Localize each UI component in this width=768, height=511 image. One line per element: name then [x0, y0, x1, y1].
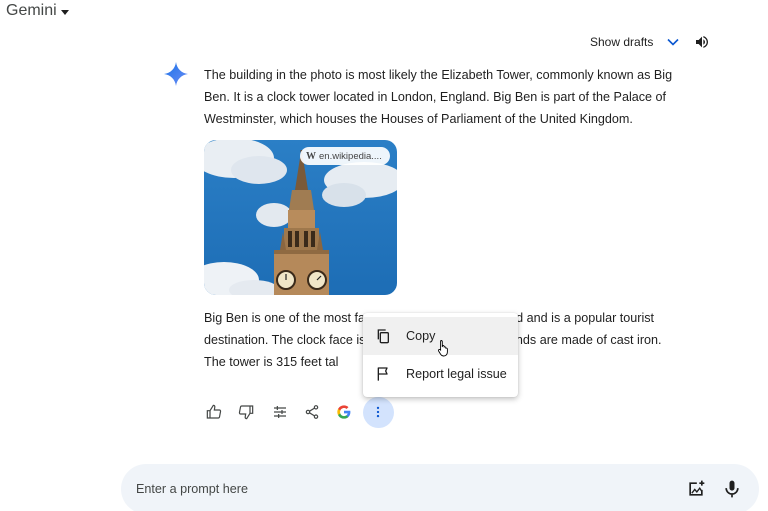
more-vert-icon	[376, 406, 380, 418]
gemini-spark-icon	[164, 62, 188, 86]
thumbs-down-button[interactable]	[235, 400, 257, 424]
app-title: Gemini	[6, 2, 57, 19]
response-paragraph-1: The building in the photo is most likely…	[204, 68, 673, 126]
show-drafts-button[interactable]: Show drafts	[590, 35, 679, 49]
add-image-icon[interactable]	[686, 479, 706, 499]
speaker-icon[interactable]	[694, 34, 710, 50]
flag-icon	[377, 367, 388, 381]
modify-response-button[interactable]	[269, 400, 291, 424]
wikipedia-icon: W	[306, 150, 316, 162]
modify-response-icon	[274, 406, 286, 418]
image-source-label: en.wikipedia....	[319, 150, 382, 162]
thumbs-up-button[interactable]	[203, 400, 225, 424]
app-title-dropdown[interactable]: Gemini	[6, 2, 69, 20]
prompt-input[interactable]	[136, 478, 636, 500]
menu-item-report-legal-issue[interactable]: Report legal issue	[363, 355, 518, 393]
image-source-chip[interactable]: W en.wikipedia....	[300, 147, 390, 165]
microphone-icon[interactable]	[722, 479, 742, 499]
show-drafts-label: Show drafts	[590, 35, 654, 49]
thumbs-up-icon	[206, 404, 222, 419]
share-button[interactable]	[301, 400, 323, 424]
chevron-down-icon	[667, 38, 679, 46]
prompt-bar	[121, 464, 759, 511]
menu-item-copy-label: Copy	[406, 329, 436, 343]
thumbs-down-icon	[238, 405, 254, 420]
menu-item-report-label: Report legal issue	[406, 367, 507, 381]
more-options-button[interactable]	[367, 400, 389, 424]
google-icon	[337, 405, 351, 419]
copy-icon	[377, 329, 389, 344]
hand-cursor-icon	[437, 340, 448, 357]
caret-down-icon	[60, 9, 69, 15]
google-check-button[interactable]	[333, 400, 355, 424]
share-icon	[305, 405, 319, 419]
